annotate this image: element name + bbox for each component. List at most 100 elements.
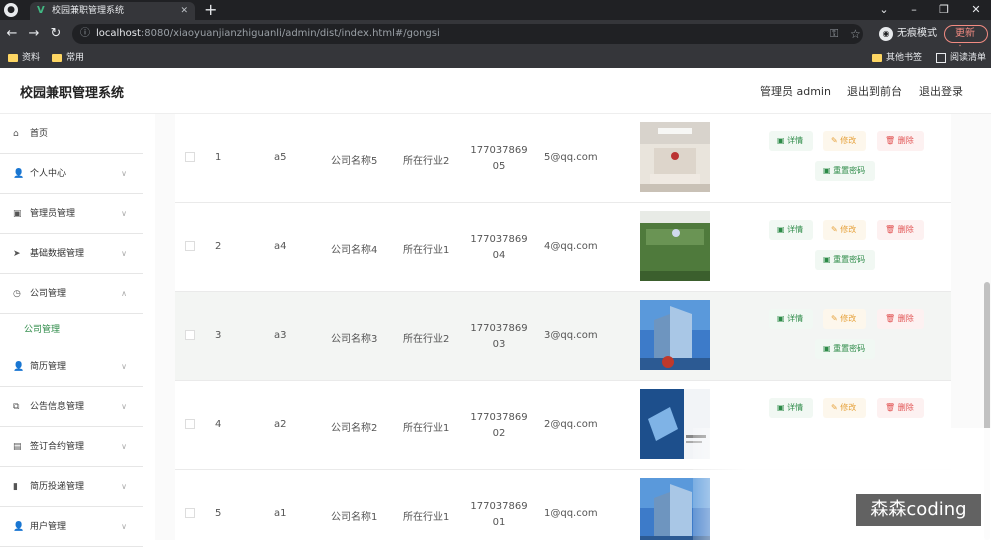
sidebar-item-admin[interactable]: ▣ 管理员管理 ∨ [0,194,143,234]
copy-icon: ⧉ [13,402,20,412]
send-icon: ➤ [13,249,21,259]
chevron-down-icon: ∨ [121,209,127,218]
sidebar-item-users[interactable]: 👤 用户管理 ∨ [0,507,143,547]
sidebar-item-company[interactable]: ◷ 公司管理 ∧ [0,274,143,314]
detail-button[interactable]: ▣ 详情 [769,398,814,418]
sidebar-subitem-company-manage[interactable]: 公司管理 [0,313,143,347]
cell-email: 5@qq.com [544,152,598,163]
reading-list-label: 阅读清单 [950,53,987,63]
delete-button[interactable]: 🗑 删除 [877,220,924,240]
close-window-icon[interactable]: ✕ [961,0,991,20]
bar-chart-icon: ▮ [13,482,18,492]
folder-icon [872,54,882,62]
back-icon[interactable]: ← [2,20,22,48]
row-checkbox[interactable] [185,241,195,251]
reset-password-button[interactable]: ▣ 重置密码 [815,339,876,359]
user-icon: 👤 [13,169,25,179]
sidebar-item-home[interactable]: ⌂ 首页 [0,114,143,154]
cell-email: 1@qq.com [544,508,598,519]
back-to-front-link[interactable]: 退出到前台 [847,83,902,99]
reset-password-button[interactable]: ▣ 重置密码 [815,161,876,181]
chevron-down-icon: ∨ [121,169,127,178]
sidebar-item-notice[interactable]: ⧉ 公告信息管理 ∨ [0,387,143,427]
sidebar-item-label: 个人中心 [30,169,67,179]
info-icon[interactable]: ⓘ [80,24,90,44]
clock-icon: ◷ [13,289,21,299]
chevron-down-icon: ∨ [121,482,127,491]
reset-label: 重置密码 [833,344,866,353]
update-label: 更新 [955,28,975,39]
sidebar-item-label: 签订合约管理 [30,442,85,452]
other-bookmarks[interactable]: 其他书签 [872,48,922,68]
sidebar-item-profile[interactable]: 👤 个人中心 ∨ [0,154,143,194]
sidebar-item-contract[interactable]: ▤ 签订合约管理 ∨ [0,427,143,467]
detail-label: 详情 [787,314,804,323]
sidebar-item-resume[interactable]: 👤 简历管理 ∨ [0,347,143,387]
close-tab-icon[interactable]: ✕ [180,2,188,20]
delete-button[interactable]: 🗑 删除 [877,398,924,418]
folder-icon [52,54,62,62]
delete-button[interactable]: 🗑 删除 [877,131,924,151]
cell-industry: 所在行业2 [403,334,450,345]
restore-icon[interactable]: ❐ [929,0,959,20]
reading-list[interactable]: 阅读清单 [936,48,986,68]
logout-link[interactable]: 退出登录 [919,83,963,99]
row-checkbox[interactable] [185,152,195,162]
cell-account: a5 [274,152,287,163]
admin-icon: ▣ [13,209,22,219]
edit-button[interactable]: ✎ 修改 [823,220,867,240]
cell-company-name: 公司名称2 [331,423,378,434]
chevron-down-icon: ∨ [121,522,127,531]
incognito-indicator[interactable]: ◉ 无痕模式 [879,25,937,43]
row-checkbox[interactable] [185,330,195,340]
chevron-down-icon[interactable]: ⌄ [869,0,899,20]
edit-label: 修改 [840,314,857,323]
edit-button[interactable]: ✎ 修改 [823,398,867,418]
sidebar-item-delivery[interactable]: ▮ 简历投递管理 ∨ [0,467,143,507]
url-path: :8080/xiaoyuanjianzhiguanli/admin/dist/i… [140,28,440,39]
cell-index: 4 [215,419,222,430]
browser-tab[interactable]: V 校园兼职管理系统 ✕ [30,2,195,20]
new-tab-icon[interactable]: + [204,0,217,20]
detail-label: 详情 [787,136,804,145]
key-icon[interactable]: ⚿ [830,24,838,44]
table-row[interactable]: 1 a5 公司名称5 所在行业2 17703786905 5@qq.com ▣ … [175,114,951,203]
detail-button[interactable]: ▣ 详情 [769,220,814,240]
cell-index: 2 [215,241,222,252]
sidebar-item-label: 管理员管理 [30,209,76,219]
reset-password-button[interactable]: ▣ 重置密码 [815,250,876,270]
detail-button[interactable]: ▣ 详情 [769,309,814,329]
table-row[interactable]: 2 a4 公司名称4 所在行业1 17703786904 4@qq.com ▣ … [175,203,951,292]
cell-phone: 17703786904 [470,234,528,261]
sidebar-item-label: 用户管理 [30,522,67,532]
edit-label: 修改 [840,225,857,234]
table-row[interactable]: 3 a3 公司名称3 所在行业2 17703786903 3@qq.com ▣ … [175,292,951,381]
bookmark-folder[interactable]: 常用 [52,48,84,68]
company-photo [640,211,710,281]
row-checkbox[interactable] [185,508,195,518]
bookmark-star-icon[interactable]: ☆ [850,24,861,44]
reload-icon[interactable]: ↻ [46,20,66,48]
minimize-icon[interactable]: – [899,0,929,20]
reading-list-icon [936,53,946,63]
chevron-up-icon: ∧ [121,289,127,298]
forward-icon[interactable]: → [24,20,44,48]
cell-account: a3 [274,330,287,341]
sidebar-item-basic-data[interactable]: ➤ 基础数据管理 ∨ [0,234,143,274]
sidebar-item-label: 简历管理 [30,362,67,372]
row-checkbox[interactable] [185,419,195,429]
update-button[interactable]: 更新 ⋮ [944,25,988,55]
bookmark-folder[interactable]: 资料 [8,48,40,68]
edit-button[interactable]: ✎ 修改 [823,131,867,151]
user-label: 管理员 admin [760,85,831,98]
edit-button[interactable]: ✎ 修改 [823,309,867,329]
vue-icon: V [37,5,45,16]
cell-email: 4@qq.com [544,241,598,252]
sidebar-item-label: 简历投递管理 [30,482,85,492]
browser-menu-icon[interactable]: ● [4,3,18,17]
delete-button[interactable]: 🗑 删除 [877,309,924,329]
edit-label: 修改 [840,403,857,412]
reset-label: 重置密码 [833,166,866,175]
address-bar[interactable]: ⓘ localhost:8080/xiaoyuanjianzhiguanli/a… [72,24,863,44]
detail-button[interactable]: ▣ 详情 [769,131,814,151]
